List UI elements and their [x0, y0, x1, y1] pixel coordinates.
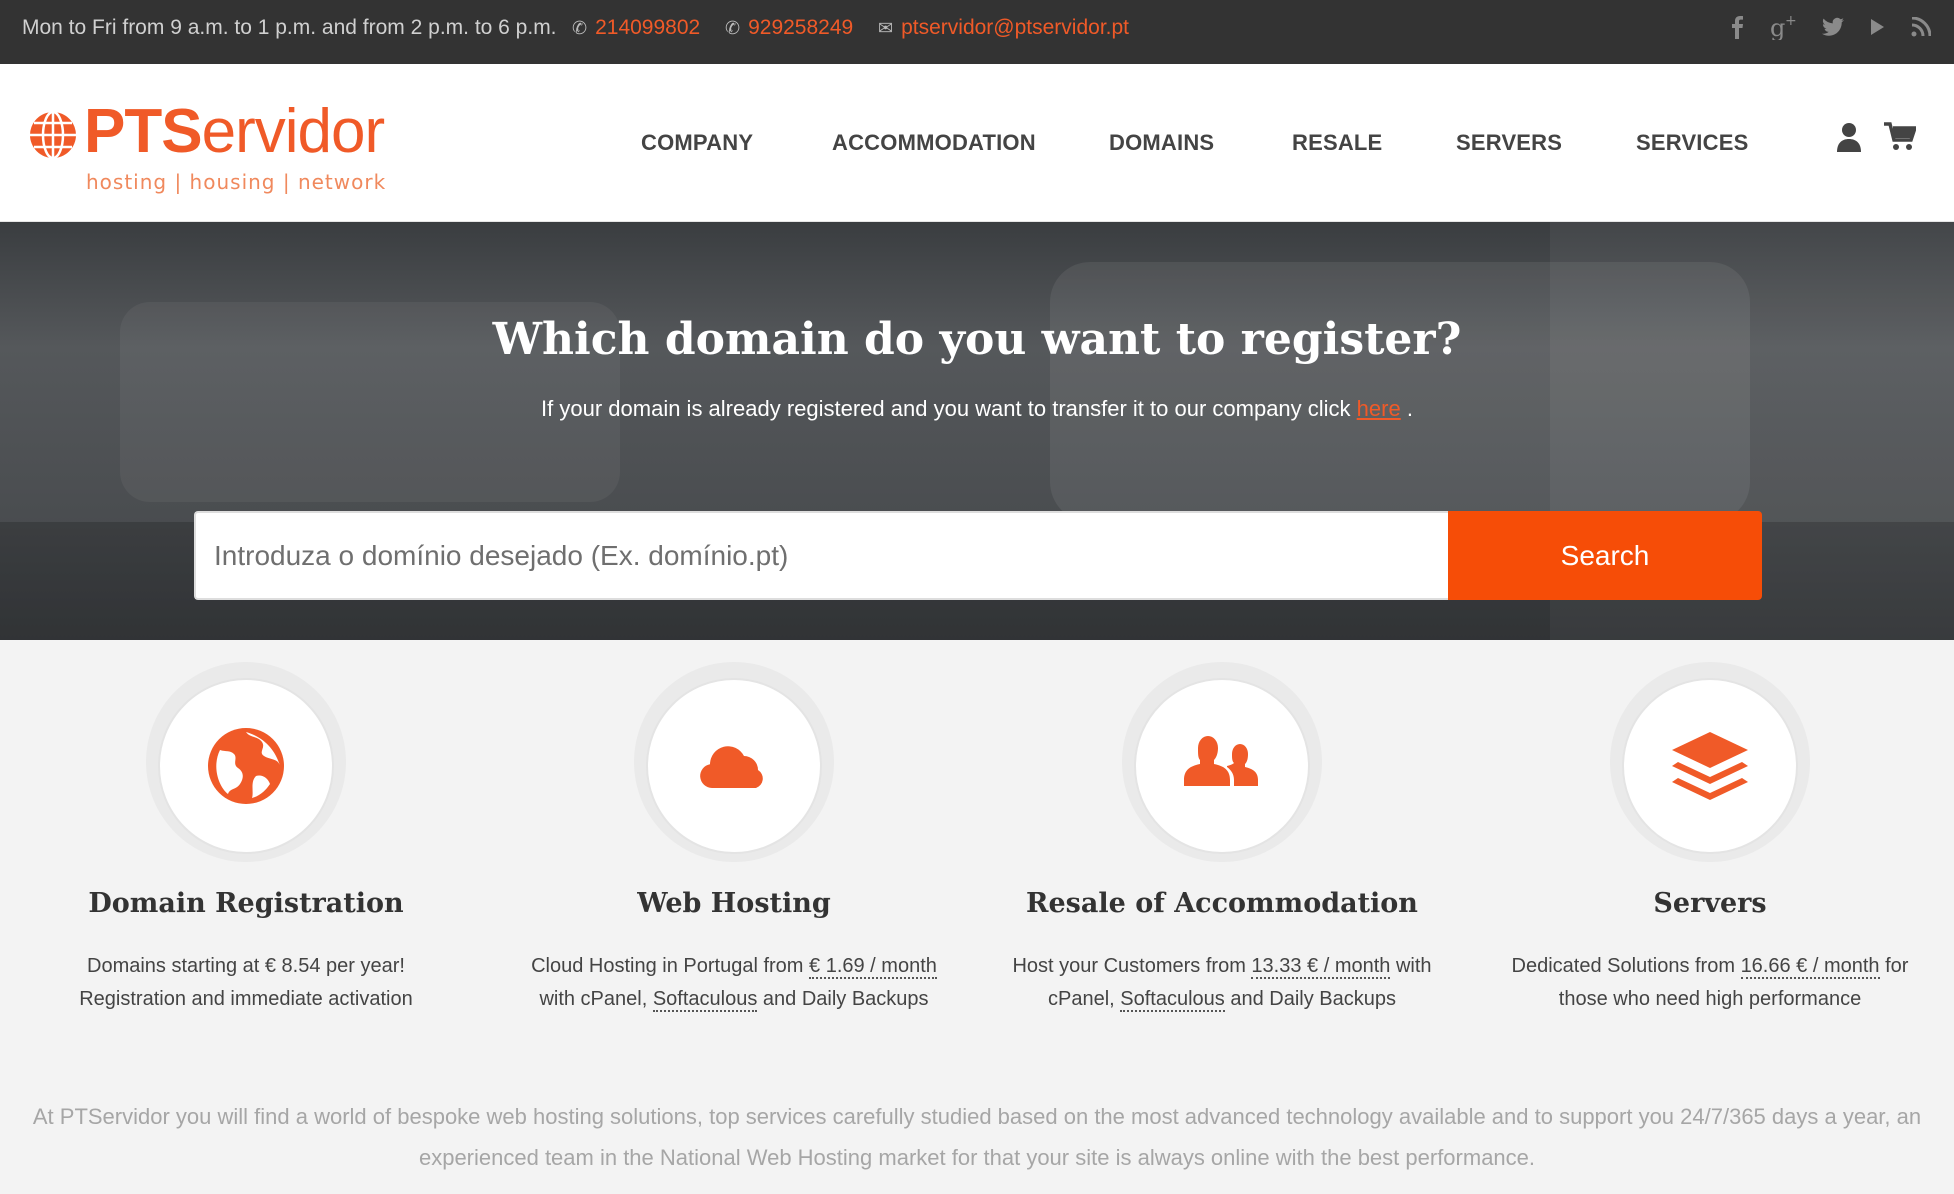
- top-bar: Mon to Fri from 9 a.m. to 1 p.m. and fro…: [0, 0, 1954, 64]
- layers-icon: [1672, 732, 1748, 800]
- search-button[interactable]: Search: [1448, 511, 1762, 600]
- transfer-link[interactable]: here: [1357, 396, 1401, 421]
- domain-search-form: Search: [194, 511, 1762, 600]
- hero-subtitle-text: If your domain is already registered and…: [541, 396, 1357, 421]
- globe-icon: [208, 728, 284, 804]
- feature-line: Domains starting at € 8.54 per year!: [87, 955, 405, 977]
- feature-line: with cPanel,: [539, 988, 653, 1010]
- feature-title: Servers: [1653, 888, 1767, 919]
- hero-subtitle-end: .: [1400, 396, 1413, 421]
- feature-line: those who need high performance: [1558, 988, 1862, 1010]
- phone-icon: ✆: [725, 18, 741, 38]
- feature-line: with: [1390, 955, 1432, 977]
- hero-subtitle: If your domain is already registered and…: [0, 396, 1954, 422]
- google-plus-icon[interactable]: g +: [1770, 12, 1800, 42]
- hero-section: Which domain do you want to register? If…: [0, 222, 1954, 640]
- feature-line: Host your Customers from: [1012, 955, 1252, 977]
- users-icon: [1184, 736, 1258, 786]
- phone-link-2[interactable]: ✆ 929258249: [725, 16, 853, 40]
- phone-link-1[interactable]: ✆ 214099802: [572, 16, 700, 40]
- rss-icon[interactable]: [1910, 12, 1932, 42]
- cart-icon[interactable]: [1884, 122, 1918, 154]
- youtube-icon[interactable]: [1866, 12, 1888, 42]
- main-nav: COMPANY ACCOMMODATION DOMAINS RESALE SER…: [0, 64, 1954, 222]
- nav-accommodation[interactable]: ACCOMMODATION: [832, 130, 1036, 156]
- feature-line: Cloud Hosting in Portugal from: [531, 955, 810, 977]
- feature-line: for: [1879, 955, 1909, 977]
- icon-circle[interactable]: [1622, 678, 1798, 854]
- svg-text:g: g: [1770, 14, 1785, 40]
- nav-servers[interactable]: SERVERS: [1456, 130, 1562, 156]
- feature-description: Dedicated Solutions from 16.66 € / month…: [1470, 950, 1950, 1016]
- softaculous-tooltip[interactable]: Softaculous: [652, 988, 758, 1012]
- feature-line: cPanel,: [1048, 988, 1121, 1010]
- price-highlight: € 1.69 / month: [809, 955, 937, 979]
- feature-line: Dedicated Solutions from: [1511, 955, 1741, 977]
- nav-company[interactable]: COMPANY: [641, 130, 753, 156]
- header-icons: [1836, 122, 1918, 154]
- email-link[interactable]: ✉ ptservidor@ptservidor.pt: [878, 16, 1129, 40]
- nav-domains[interactable]: DOMAINS: [1109, 130, 1214, 156]
- price-highlight: 13.33 € / month: [1251, 955, 1391, 979]
- feature-line: and Daily Backups: [1224, 988, 1396, 1010]
- feature-title: Domain Registration: [88, 888, 404, 919]
- icon-circle[interactable]: [158, 678, 334, 854]
- price-highlight: 16.66 € / month: [1740, 955, 1880, 979]
- user-icon[interactable]: [1836, 122, 1866, 154]
- feature-title: Resale of Accommodation: [1026, 888, 1418, 919]
- icon-circle[interactable]: [1134, 678, 1310, 854]
- hero-title: Which domain do you want to register?: [492, 314, 1462, 365]
- nav-services[interactable]: SERVICES: [1636, 130, 1748, 156]
- phone-number-1: 214099802: [595, 16, 701, 39]
- feature-line: Registration and immediate activation: [79, 988, 413, 1010]
- svg-text:+: +: [1785, 14, 1797, 29]
- features-section: Domain Registration Domains starting at …: [0, 640, 1954, 1060]
- softaculous-tooltip[interactable]: Softaculous: [1120, 988, 1225, 1012]
- social-links: g +: [1726, 12, 1932, 42]
- icon-circle[interactable]: [646, 678, 822, 854]
- envelope-icon: ✉: [878, 18, 894, 38]
- feature-title: Web Hosting: [637, 888, 831, 919]
- domain-search-input[interactable]: [194, 511, 1448, 600]
- twitter-icon[interactable]: [1822, 12, 1844, 42]
- intro-paragraph: At PTServidor you will find a world of b…: [32, 1104, 1922, 1170]
- cloud-icon: [700, 746, 763, 788]
- feature-description: Domains starting at € 8.54 per year! Regi…: [6, 950, 486, 1016]
- feature-description: Cloud Hosting in Portugal from € 1.69 / …: [494, 950, 974, 1016]
- phone-icon: ✆: [572, 18, 588, 38]
- feature-description: Host your Customers from 13.33 € / month…: [982, 950, 1462, 1016]
- nav-resale[interactable]: RESALE: [1292, 130, 1382, 156]
- phone-number-2: 929258249: [748, 16, 854, 39]
- feature-line: and Daily Backups: [757, 988, 929, 1010]
- business-hours: Mon to Fri from 9 a.m. to 1 p.m. and fro…: [22, 16, 557, 39]
- email-address: ptservidor@ptservidor.pt: [901, 16, 1130, 39]
- facebook-icon[interactable]: [1726, 12, 1748, 42]
